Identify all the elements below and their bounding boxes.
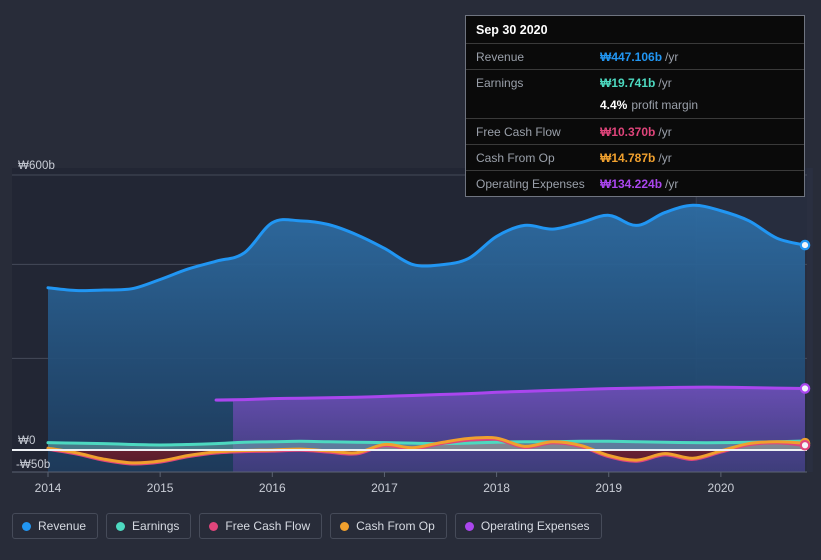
endpoint-marker-operating-expenses[interactable] [801,384,809,392]
chart-page: ₩600b ₩0 -₩50b 2014 2015 2016 2017 2018 2019 202… [0,0,821,560]
tooltip-row-unit: /yr [658,151,671,165]
tooltip-row-value: ₩134.224b [600,177,662,191]
legend-color-dot [209,522,218,531]
legend-item-label: Cash From Op [356,519,435,533]
chart-legend[interactable]: Revenue Earnings Free Cash Flow Cash From O… [12,513,602,539]
chart-tooltip: Sep 30 2020 Revenue₩447.106b/yrEarnings₩… [465,15,805,197]
x-axis-label: 2020 [708,481,735,495]
legend-item-free-cash-flow[interactable]: Free Cash Flow [199,513,322,539]
tooltip-row-value: ₩10.370b [600,125,655,139]
legend-item-label: Earnings [132,519,179,533]
legend-item-label: Operating Expenses [481,519,590,533]
legend-item-label: Revenue [38,519,86,533]
tooltip-row-label: Cash From Op [476,151,600,165]
legend-item-revenue[interactable]: Revenue [12,513,98,539]
tooltip-row-label: Free Cash Flow [476,125,600,139]
tooltip-row: Free Cash Flow₩10.370b/yr [466,118,804,144]
tooltip-row-unit: /yr [658,76,671,90]
tooltip-row-label: Earnings [476,76,600,90]
y-axis-label: ₩0 [18,435,35,447]
legend-item-operating-expenses[interactable]: Operating Expenses [455,513,602,539]
tooltip-row: Operating Expenses₩134.224b/yr [466,170,804,196]
legend-color-dot [22,522,31,531]
tooltip-row: Revenue₩447.106b/yr [466,43,804,69]
y-axis-label: -₩50b [16,459,50,471]
legend-color-dot [116,522,125,531]
legend-color-dot [465,522,474,531]
tooltip-row: Cash From Op₩14.787b/yr [466,144,804,170]
x-axis-label: 2015 [147,481,174,495]
legend-item-label: Free Cash Flow [225,519,310,533]
tooltip-row-value: ₩447.106b [600,50,662,64]
tooltip-rows: Revenue₩447.106b/yrEarnings₩19.741b/yr4.… [466,43,804,196]
x-axis-label: 2017 [371,481,398,495]
tooltip-row-unit: /yr [665,50,678,64]
tooltip-row: Earnings₩19.741b/yr [466,69,804,95]
operating-expenses-area [216,387,805,472]
x-axis-label: 2019 [595,481,622,495]
tooltip-row-value: ₩19.741b [600,76,655,90]
endpoint-marker-free-cash-flow[interactable] [801,441,809,449]
tooltip-row-label: Revenue [476,50,600,64]
tooltip-row-unit: /yr [665,177,678,191]
endpoint-marker-revenue[interactable] [801,241,809,249]
legend-item-cash-from-op[interactable]: Cash From Op [330,513,447,539]
tooltip-profit-margin-row: 4.4% profit margin [466,95,804,118]
tooltip-row-value: ₩14.787b [600,151,655,165]
profit-margin-label: profit margin [631,98,698,112]
x-axis-label: 2016 [259,481,286,495]
legend-item-earnings[interactable]: Earnings [106,513,191,539]
tooltip-row-unit: /yr [658,125,671,139]
tooltip-date: Sep 30 2020 [466,16,804,43]
tooltip-row-label: Operating Expenses [476,177,600,191]
legend-color-dot [340,522,349,531]
x-axis-label: 2018 [483,481,510,495]
profit-margin-value: 4.4% [600,98,627,112]
x-axis-label: 2014 [35,481,62,495]
y-axis-label: ₩600b [18,160,55,172]
